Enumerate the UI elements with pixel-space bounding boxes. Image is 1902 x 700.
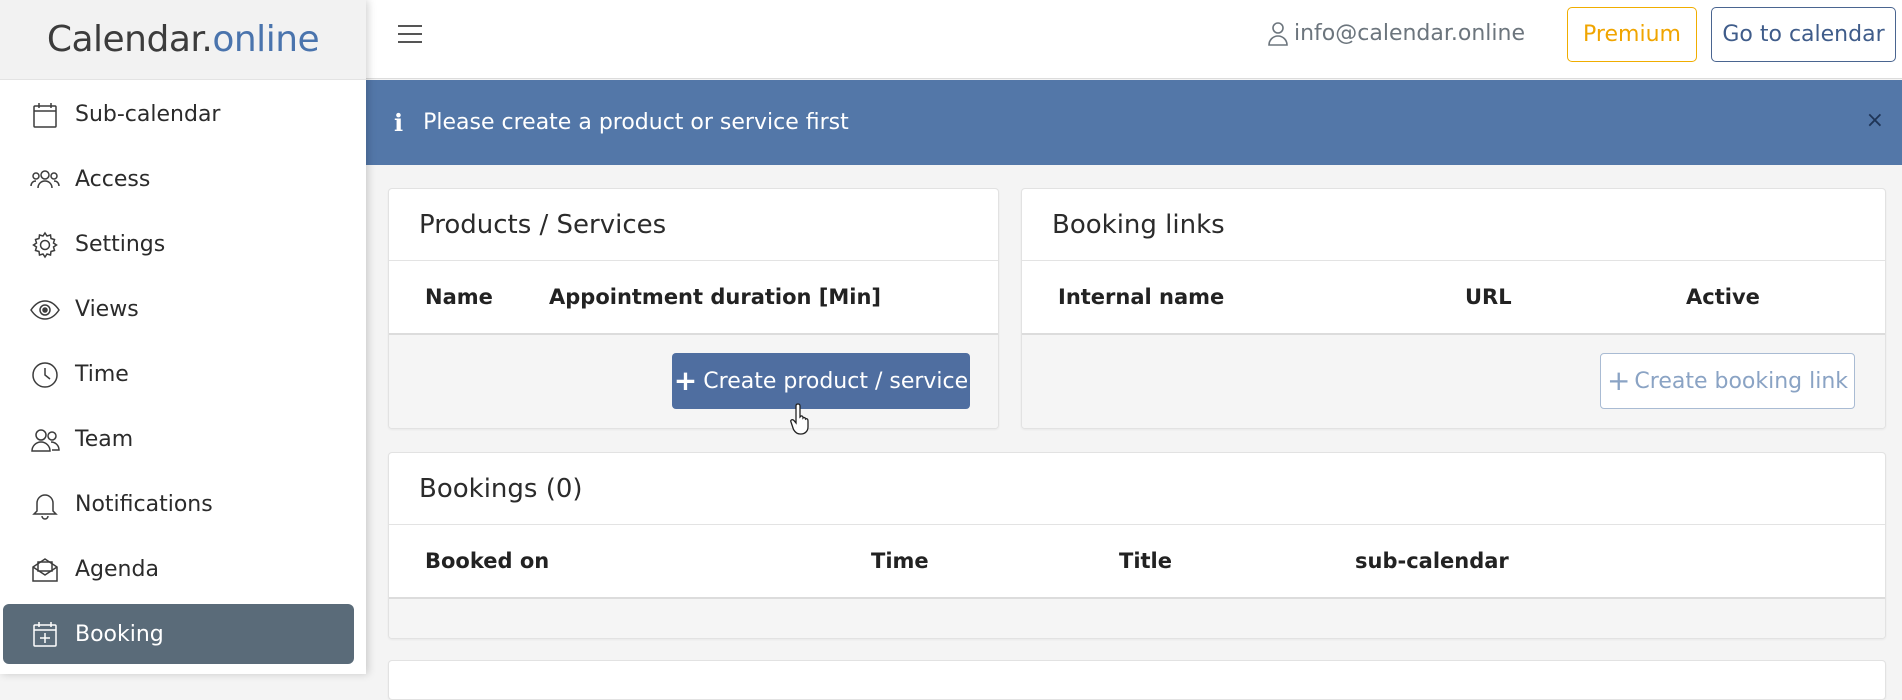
sidebar-item-sub-calendar[interactable]: Sub-calendar [0, 82, 366, 147]
hamburger-menu-icon[interactable] [398, 22, 422, 46]
plus-icon: + [673, 364, 698, 397]
booking-links-table-header: Internal name URL Active [1022, 261, 1885, 335]
users-icon [28, 163, 62, 197]
sidebar-item-label: Notifications [75, 492, 213, 517]
go-to-calendar-button[interactable]: Go to calendar [1711, 7, 1896, 62]
booking-links-table-body: + Create booking link [1022, 335, 1885, 428]
sidebar-item-team[interactable]: Team [0, 407, 366, 472]
create-booking-link-label: Create booking link [1634, 368, 1849, 394]
create-booking-link-button[interactable]: + Create booking link [1600, 353, 1855, 409]
column-header-name: Name [425, 285, 493, 309]
brand-logo[interactable]: Calendar. online [0, 0, 366, 80]
products-table-body: + Create product / service [389, 335, 998, 428]
info-icon: ℹ [394, 108, 404, 137]
create-product-button[interactable]: + Create product / service [672, 353, 970, 409]
bookings-table-body [389, 599, 1885, 638]
bookings-card: Bookings (0) Booked on Time Title sub-ca… [388, 452, 1886, 639]
clock-icon [28, 358, 62, 392]
user-email: info@calendar.online [1294, 20, 1525, 46]
brand-main: Calendar. [46, 19, 213, 60]
sidebar-item-label: Agenda [75, 557, 159, 582]
calendar-icon [28, 98, 62, 132]
brand-tld: online [212, 19, 320, 60]
products-card: Products / Services Name Appointment dur… [388, 188, 999, 429]
sidebar-item-label: Views [75, 297, 139, 322]
sidebar-item-label: Team [75, 427, 134, 452]
sidebar-item-notifications[interactable]: Notifications [0, 472, 366, 537]
bookings-title: Bookings (0) [389, 453, 1885, 525]
next-card [388, 660, 1886, 700]
eye-icon [28, 293, 62, 327]
sidebar-item-access[interactable]: Access [0, 147, 366, 212]
sidebar-item-label: Booking [75, 621, 164, 647]
user-icon [1268, 22, 1288, 46]
sidebar-item-booking[interactable]: Booking [3, 604, 354, 664]
products-title: Products / Services [389, 189, 998, 261]
sidebar-item-label: Sub-calendar [75, 102, 221, 127]
alert-text: Please create a product or service first [423, 110, 849, 135]
column-header-duration: Appointment duration [Min] [549, 285, 882, 309]
sidebar: Calendar. online Sub-calendar Access Sett… [0, 0, 366, 674]
column-header-booked-on: Booked on [425, 549, 550, 573]
top-bar: info@calendar.online Premium Go to calen… [366, 0, 1902, 79]
sidebar-item-views[interactable]: Views [0, 277, 366, 342]
info-alert: ℹ Please create a product or service fir… [366, 80, 1902, 165]
sidebar-nav: Sub-calendar Access Settings Views Time … [0, 80, 366, 664]
plus-icon: + [1606, 364, 1631, 397]
sidebar-item-settings[interactable]: Settings [0, 212, 366, 277]
products-table-header: Name Appointment duration [Min] [389, 261, 998, 335]
team-icon [28, 423, 62, 457]
sidebar-item-label: Time [75, 362, 129, 387]
close-icon[interactable]: × [1866, 108, 1884, 133]
column-header-time: Time [871, 549, 929, 573]
column-header-title: Title [1119, 549, 1173, 573]
create-product-label: Create product / service [703, 368, 969, 394]
bell-icon [28, 488, 62, 522]
column-header-url: URL [1465, 285, 1512, 309]
mail-icon [28, 553, 62, 587]
user-account[interactable]: info@calendar.online [1266, 20, 1525, 46]
booking-links-title: Booking links [1022, 189, 1885, 261]
column-header-active: Active [1686, 285, 1760, 309]
column-header-sub-calendar: sub-calendar [1355, 549, 1509, 573]
sidebar-item-label: Access [75, 167, 151, 192]
booking-links-card: Booking links Internal name URL Active +… [1021, 188, 1886, 429]
gear-icon [28, 228, 62, 262]
calendar-plus-icon [28, 617, 62, 651]
sidebar-item-label: Settings [75, 232, 166, 257]
column-header-internal-name: Internal name [1058, 285, 1225, 309]
bookings-table-header: Booked on Time Title sub-calendar [389, 525, 1885, 599]
hand-cursor-icon [790, 403, 809, 435]
sidebar-item-agenda[interactable]: Agenda [0, 537, 366, 602]
sidebar-item-time[interactable]: Time [0, 342, 366, 407]
premium-button[interactable]: Premium [1567, 7, 1697, 62]
